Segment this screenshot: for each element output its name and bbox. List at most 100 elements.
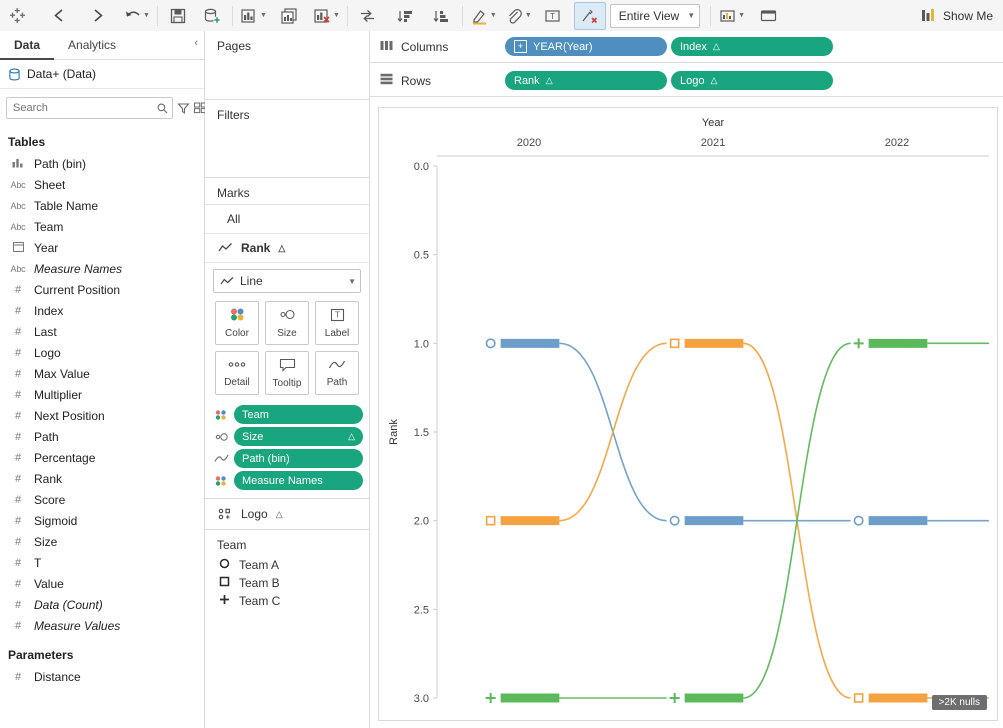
chart-canvas[interactable]: Year 2020 2021 2022 0.0 0.5 1.0 1.5 2.0 2.5 3.0 Ran…: [378, 107, 998, 721]
pill-index[interactable]: Index △: [671, 37, 833, 56]
filters-card: Filters: [205, 100, 369, 178]
presentation-mode-button[interactable]: [753, 3, 783, 29]
field-item[interactable]: # Score: [0, 489, 204, 510]
new-worksheet-button[interactable]: ▼: [238, 3, 269, 29]
fix-axes-button[interactable]: [573, 1, 606, 30]
forward-button[interactable]: [82, 3, 112, 29]
save-button[interactable]: [163, 3, 193, 29]
pill-year[interactable]: + YEAR(Year): [505, 37, 667, 56]
field-item[interactable]: # Next Position: [0, 405, 204, 426]
field-item[interactable]: # T: [0, 552, 204, 573]
field-type-icon: #: [14, 472, 22, 485]
chevron-down-icon: ▼: [489, 12, 497, 19]
color-icon: [213, 475, 229, 487]
group-members-button[interactable]: ▼: [503, 3, 534, 29]
data-source-item[interactable]: Data+ (Data): [0, 60, 204, 89]
encoding-pill[interactable]: Team: [234, 405, 363, 424]
tab-analytics[interactable]: Analytics: [54, 31, 130, 58]
legend-item[interactable]: Team B: [205, 574, 369, 592]
back-button[interactable]: [44, 3, 74, 29]
field-item[interactable]: # Logo: [0, 342, 204, 363]
encoding-pill[interactable]: Size △: [234, 427, 363, 446]
path-button[interactable]: Path: [315, 351, 359, 395]
field-type-icon: #: [14, 430, 22, 443]
pill-rank[interactable]: Rank △: [505, 71, 667, 90]
marks-all-row[interactable]: All: [205, 205, 369, 234]
mark-point: [853, 693, 864, 703]
detail-button[interactable]: Detail: [215, 351, 259, 395]
field-item[interactable]: # Sigmoid: [0, 510, 204, 531]
columns-shelf[interactable]: Columns + YEAR(Year) Index △: [370, 31, 1003, 63]
encoding-pill-label: Measure Names: [242, 474, 323, 487]
fit-selector[interactable]: Entire View ▼: [609, 3, 701, 28]
undo-button[interactable]: ▼: [122, 3, 152, 29]
field-item[interactable]: # Rank: [0, 468, 204, 489]
mark-point: [669, 693, 680, 703]
mark-type-selector[interactable]: Line ▼: [213, 269, 361, 293]
field-item[interactable]: # Distance: [0, 666, 204, 687]
duplicate-sheet-button[interactable]: [275, 3, 305, 29]
marks-logo-card: Logo △: [205, 499, 369, 530]
field-item[interactable]: Abc Measure Names: [0, 258, 204, 279]
color-button[interactable]: Color: [215, 301, 259, 345]
field-item[interactable]: Abc Table Name: [0, 195, 204, 216]
expand-icon[interactable]: +: [514, 40, 527, 53]
tableau-logo-icon[interactable]: [0, 7, 34, 24]
field-item[interactable]: Abc Team: [0, 216, 204, 237]
encoding-pill[interactable]: Measure Names: [234, 471, 363, 490]
search-field[interactable]: [11, 101, 157, 115]
marks-rank-row[interactable]: Rank △: [205, 234, 369, 263]
field-item[interactable]: # Percentage: [0, 447, 204, 468]
chevron-left-icon[interactable]: ‹: [194, 37, 198, 49]
new-data-source-button[interactable]: [197, 3, 227, 29]
encoding-pill[interactable]: Path (bin): [234, 449, 363, 468]
field-item[interactable]: Path (bin): [0, 153, 204, 174]
nulls-badge[interactable]: >2K nulls: [931, 695, 987, 710]
svg-text:2.5: 2.5: [414, 604, 429, 616]
legend-item[interactable]: Team A: [205, 556, 369, 574]
encoding-pill-label: Team: [242, 408, 269, 421]
field-item[interactable]: # Index: [0, 300, 204, 321]
show-mark-labels-button[interactable]: T: [538, 3, 568, 29]
field-label: Rank: [34, 471, 63, 486]
field-type-icon: #: [14, 409, 22, 422]
field-type-icon: #: [14, 577, 22, 590]
sort-ascending-button[interactable]: [391, 3, 421, 29]
sort-descending-button[interactable]: [427, 3, 457, 29]
tooltip-button[interactable]: Tooltip: [265, 351, 309, 395]
field-item[interactable]: # Max Value: [0, 363, 204, 384]
marks-logo-row[interactable]: Logo △: [205, 499, 369, 529]
highlight-selected-items-button[interactable]: ▼: [716, 3, 747, 29]
field-item[interactable]: Year: [0, 237, 204, 258]
field-item[interactable]: # Size: [0, 531, 204, 552]
parameters-header: Parameters: [8, 648, 74, 662]
field-type-icon: #: [14, 556, 22, 569]
clear-sheet-button[interactable]: ▼: [311, 3, 342, 29]
field-type-icon: #: [14, 619, 22, 632]
field-item[interactable]: # Current Position: [0, 279, 204, 300]
highlight-button[interactable]: ▼: [468, 3, 499, 29]
mark-point: [853, 338, 864, 349]
field-item[interactable]: # Data (Count): [0, 594, 204, 615]
legend-item[interactable]: Team C: [205, 592, 369, 610]
swap-rows-columns-button[interactable]: [353, 3, 383, 29]
field-item[interactable]: # Last: [0, 321, 204, 342]
size-button[interactable]: Size: [265, 301, 309, 345]
svg-text:2020: 2020: [517, 137, 541, 149]
rows-shelf[interactable]: Rows Rank △ Logo △: [370, 65, 1003, 97]
field-item[interactable]: # Value: [0, 573, 204, 594]
field-label: Table Name: [34, 198, 99, 213]
tab-data[interactable]: Data: [0, 31, 55, 60]
field-item[interactable]: # Measure Values: [0, 615, 204, 636]
field-type-icon: #: [14, 304, 22, 317]
field-item[interactable]: # Multiplier: [0, 384, 204, 405]
mark-point: [853, 515, 864, 526]
pill-logo[interactable]: Logo △: [671, 71, 833, 90]
field-item[interactable]: # Path: [0, 426, 204, 447]
search-input[interactable]: [6, 97, 173, 119]
tooltip-button-label: Tooltip: [272, 377, 302, 389]
show-me-button[interactable]: Show Me: [921, 8, 993, 23]
filter-icon[interactable]: [177, 102, 190, 115]
field-item[interactable]: Abc Sheet: [0, 174, 204, 195]
label-button[interactable]: T Label: [315, 301, 359, 345]
